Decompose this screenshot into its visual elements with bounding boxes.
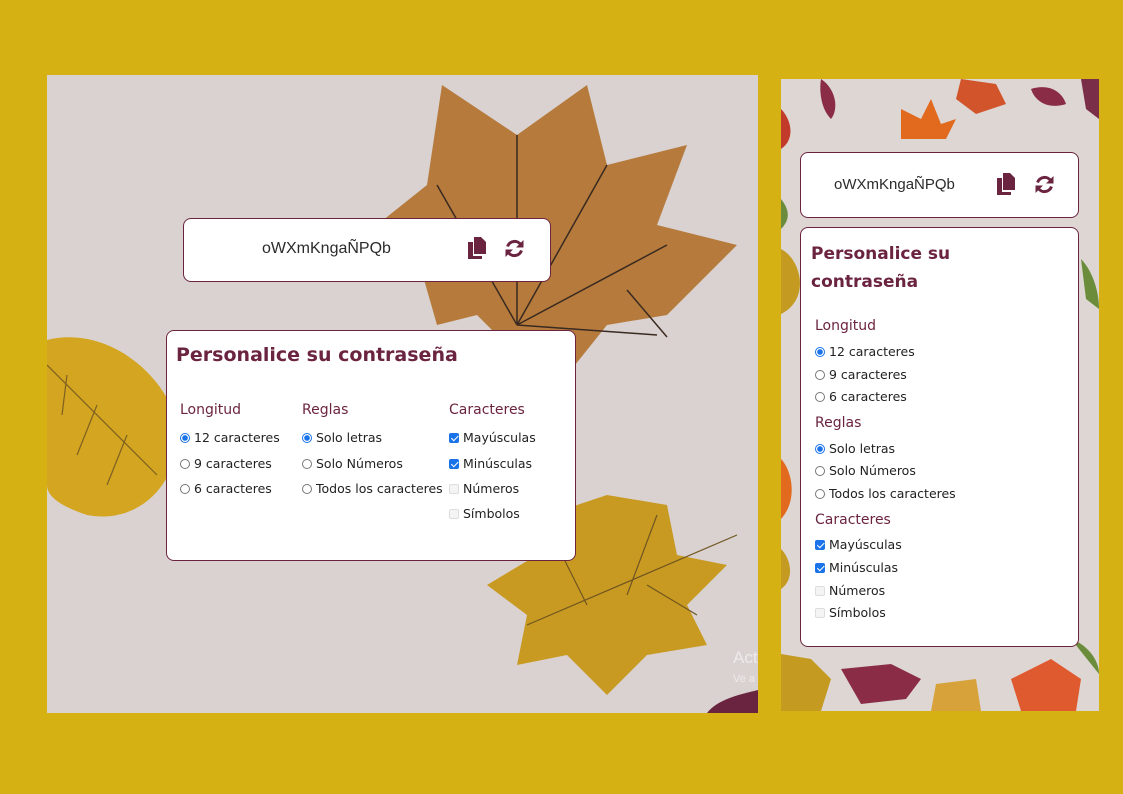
longitud-option-12[interactable]: 12 caracteres (815, 344, 915, 359)
checkbox[interactable] (449, 508, 459, 519)
caracteres-heading: Caracteres (815, 512, 891, 528)
longitud-heading: Longitud (815, 318, 877, 334)
longitud-option-9[interactable]: 9 caracteres (180, 456, 272, 471)
longitud-option-6[interactable]: 6 caracteres (180, 481, 272, 496)
radio-button[interactable] (815, 488, 825, 499)
reglas-heading: Reglas (815, 415, 862, 431)
generated-password[interactable]: oWXmKngaÑPQb (262, 240, 391, 258)
caracteres-option-numeros[interactable]: Números (815, 583, 885, 598)
reglas-option-todos[interactable]: Todos los caracteres (302, 481, 443, 496)
reglas-heading: Reglas (302, 402, 349, 418)
longitud-option-9[interactable]: 9 caracteres (815, 367, 907, 382)
longitud-heading: Longitud (180, 402, 242, 418)
reglas-option-solo-letras[interactable]: Solo letras (302, 430, 382, 445)
caracteres-option-minusculas[interactable]: Minúsculas (815, 560, 898, 575)
radio-button[interactable] (180, 432, 190, 443)
password-card: oWXmKngaÑPQb (183, 218, 551, 282)
copy-icon[interactable] (468, 237, 486, 263)
activation-watermark-line2: Ve a (733, 673, 756, 685)
refresh-icon[interactable] (504, 238, 525, 263)
checkbox[interactable] (815, 585, 825, 596)
checkbox[interactable] (449, 432, 459, 443)
activation-watermark-line1: Acti (733, 648, 758, 667)
radio-button[interactable] (302, 458, 312, 469)
caracteres-option-simbolos[interactable]: Símbolos (815, 605, 886, 620)
generated-password[interactable]: oWXmKngaÑPQb (834, 176, 955, 193)
checkbox[interactable] (815, 562, 825, 573)
refresh-icon[interactable] (1034, 174, 1055, 199)
radio-button[interactable] (302, 483, 312, 494)
caracteres-heading: Caracteres (449, 402, 525, 418)
radio-button[interactable] (815, 465, 825, 476)
radio-button[interactable] (180, 483, 190, 494)
desktop-preview: oWXmKngaÑPQb Personalice su contraseña L… (47, 75, 758, 713)
radio-button[interactable] (302, 432, 312, 443)
caracteres-option-numeros[interactable]: Números (449, 481, 519, 496)
reglas-option-solo-numeros[interactable]: Solo Números (302, 456, 403, 471)
reglas-option-solo-letras[interactable]: Solo letras (815, 441, 895, 456)
radio-button[interactable] (815, 346, 825, 357)
settings-title: Personalice su contraseña (811, 244, 951, 292)
checkbox[interactable] (815, 607, 825, 618)
mobile-preview: oWXmKngaÑPQb Personalice su contraseña L… (781, 79, 1099, 711)
settings-card: Personalice su contraseña Longitud 12 ca… (800, 227, 1079, 647)
copy-icon[interactable] (997, 173, 1015, 199)
settings-title: Personalice su contraseña (176, 344, 458, 366)
longitud-option-12[interactable]: 12 caracteres (180, 430, 280, 445)
password-card: oWXmKngaÑPQb (800, 152, 1079, 218)
radio-button[interactable] (815, 391, 825, 402)
caracteres-option-mayusculas[interactable]: Mayúsculas (449, 430, 536, 445)
reglas-option-todos[interactable]: Todos los caracteres (815, 486, 956, 501)
checkbox[interactable] (449, 458, 459, 469)
checkbox[interactable] (815, 539, 825, 550)
radio-button[interactable] (815, 369, 825, 380)
radio-button[interactable] (180, 458, 190, 469)
settings-card: Personalice su contraseña Longitud 12 ca… (166, 330, 576, 561)
caracteres-option-mayusculas[interactable]: Mayúsculas (815, 537, 902, 552)
checkbox[interactable] (449, 483, 459, 494)
longitud-option-6[interactable]: 6 caracteres (815, 389, 907, 404)
radio-button[interactable] (815, 443, 825, 454)
reglas-option-solo-numeros[interactable]: Solo Números (815, 463, 916, 478)
caracteres-option-minusculas[interactable]: Minúsculas (449, 456, 532, 471)
caracteres-option-simbolos[interactable]: Símbolos (449, 506, 520, 521)
